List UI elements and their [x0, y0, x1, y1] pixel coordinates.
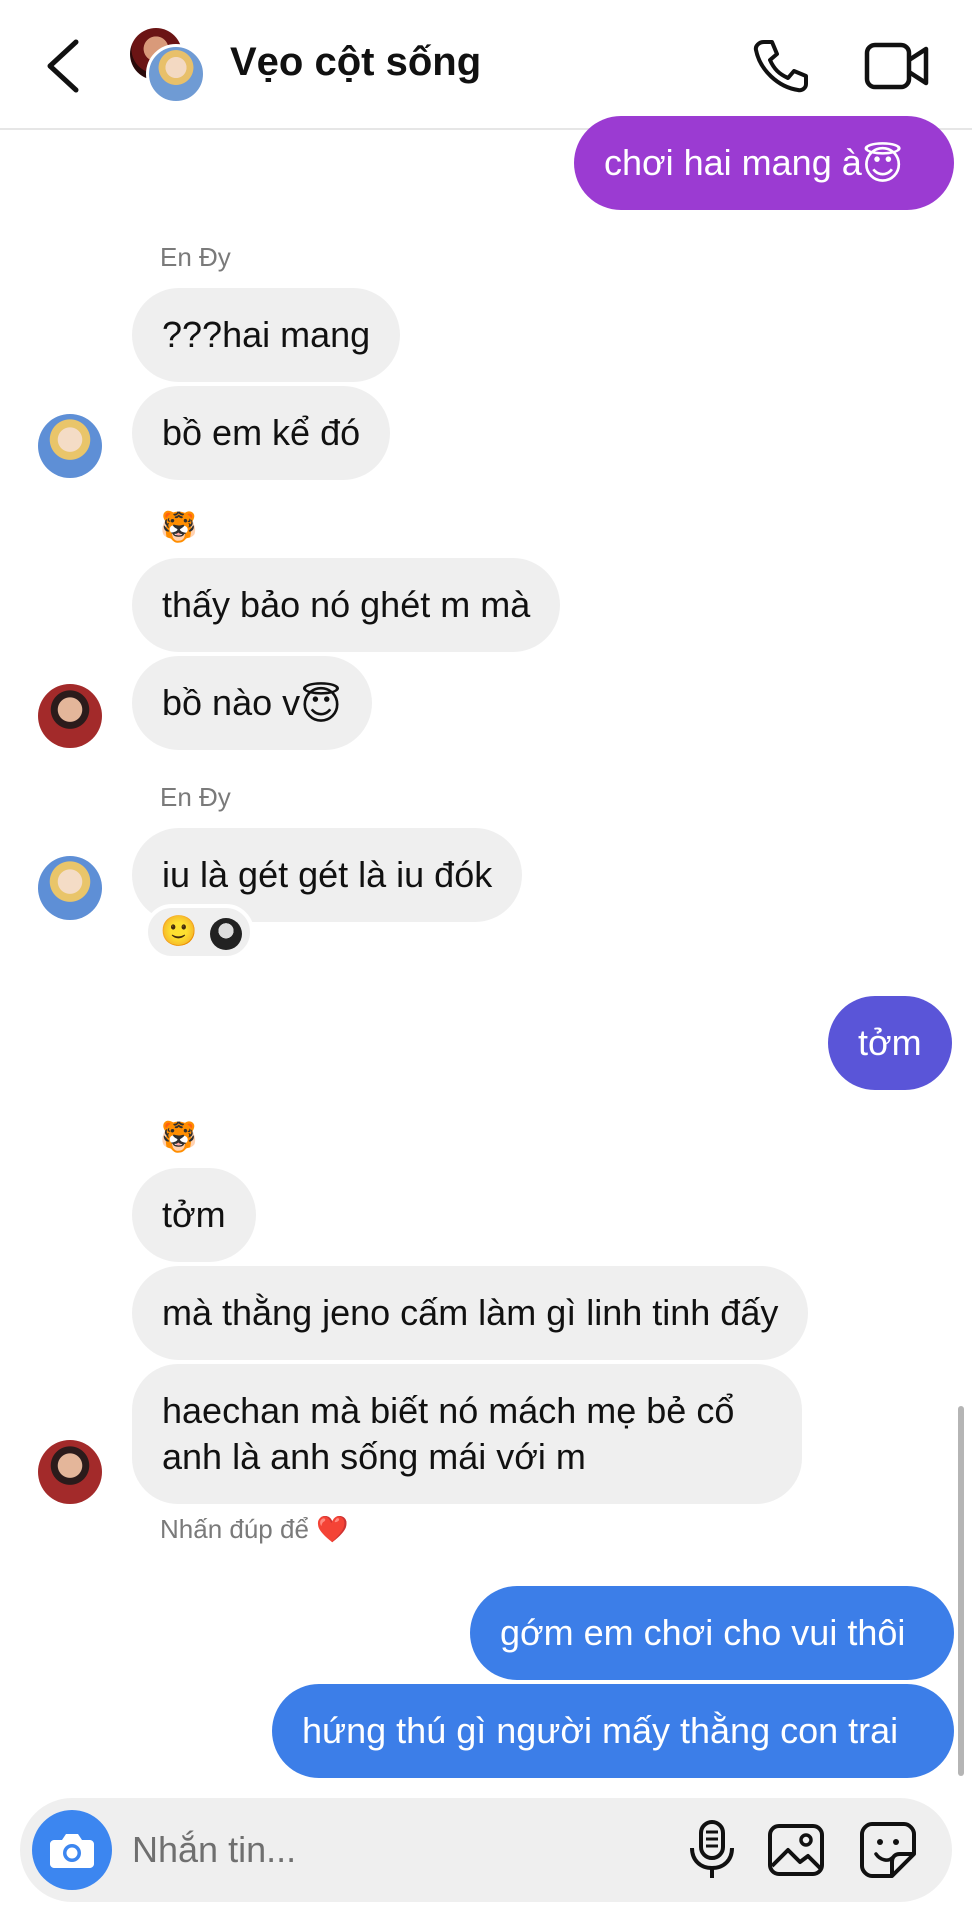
- message-bubble-incoming[interactable]: mà thằng jeno cấm làm gì linh tinh đấy: [132, 1266, 809, 1360]
- chat-title[interactable]: Vẹo cột sống: [230, 40, 481, 85]
- message-composer: [20, 1798, 952, 1902]
- sender-name: En Đy: [160, 782, 231, 812]
- message-bubble-outgoing[interactable]: chơi hai mang à😇: [574, 116, 954, 210]
- message-bubble-outgoing[interactable]: gớm em chơi cho vui thôi: [470, 1586, 954, 1680]
- heart-icon: ❤️: [316, 1514, 349, 1544]
- hint-text: Nhấn đúp để: [160, 1514, 309, 1544]
- double-tap-hint: Nhấn đúp để ❤️: [160, 1514, 349, 1545]
- phone-icon[interactable]: [750, 38, 810, 94]
- tiger-emoji-sender: 🐯: [160, 511, 198, 544]
- reactor-avatar: [210, 918, 242, 950]
- message-reaction[interactable]: 🙂: [144, 904, 254, 960]
- back-arrow-icon[interactable]: [40, 36, 90, 96]
- halo-face-emoji: 😇: [300, 684, 342, 728]
- message-bubble-incoming[interactable]: ???hai mang: [132, 288, 401, 382]
- video-camera-icon[interactable]: [864, 40, 930, 92]
- message-bubble-outgoing[interactable]: tởm: [828, 996, 952, 1090]
- microphone-icon[interactable]: [682, 1818, 742, 1882]
- message-bubble-outgoing[interactable]: hứng thú gì người mấy thằng con trai: [272, 1684, 954, 1778]
- message-bubble-incoming[interactable]: bồ em kể đó: [132, 386, 391, 480]
- message-bubble-incoming[interactable]: bồ nào v😇: [132, 656, 372, 750]
- scrollbar[interactable]: [958, 1406, 964, 1776]
- sender-avatar[interactable]: [38, 414, 102, 478]
- sender-avatar[interactable]: [38, 684, 102, 748]
- message-input[interactable]: [132, 1798, 672, 1902]
- smile-emoji: 🙂: [160, 915, 198, 948]
- gallery-icon[interactable]: [766, 1820, 826, 1880]
- message-bubble-incoming[interactable]: tởm: [132, 1168, 256, 1262]
- halo-face-emoji: 😇: [861, 144, 904, 188]
- sender-name: En Đy: [160, 242, 231, 272]
- camera-icon: [50, 1834, 94, 1868]
- message-bubble-incoming[interactable]: haechan mà biết nó mách mẹ bẻ cổ anh là …: [132, 1364, 802, 1504]
- message-bubble-incoming[interactable]: thấy bảo nó ghét m mà: [132, 558, 561, 652]
- camera-button[interactable]: [32, 1810, 112, 1890]
- avatar-member-1: [146, 44, 206, 104]
- message-text: bồ nào v: [162, 682, 301, 723]
- chat-header: Vẹo cột sống: [0, 0, 972, 130]
- message-text: chơi hai mang à: [604, 142, 862, 183]
- sender-avatar[interactable]: [38, 1440, 102, 1504]
- tiger-emoji-sender: 🐯: [160, 1121, 198, 1154]
- sender-avatar[interactable]: [38, 856, 102, 920]
- sticker-icon[interactable]: [858, 1820, 918, 1880]
- group-avatar[interactable]: [130, 28, 210, 108]
